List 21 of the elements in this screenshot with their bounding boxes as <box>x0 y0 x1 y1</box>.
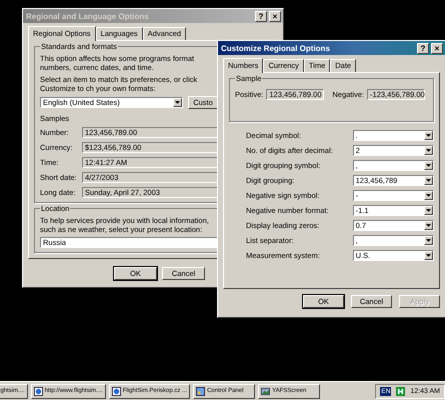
window-title: Customize Regional Options <box>221 44 330 52</box>
dropdown-arrow-icon <box>426 224 431 227</box>
close-button[interactable]: × <box>431 42 443 54</box>
globe-icon <box>112 386 121 396</box>
dropdown-arrow-icon <box>426 179 431 182</box>
globe-icon <box>34 386 43 396</box>
window-icon <box>196 386 206 396</box>
dropdown-arrow-icon <box>426 239 431 242</box>
close-button[interactable]: × <box>269 10 281 22</box>
dropdown-arrow-icon <box>426 134 431 137</box>
dropdown-arrow-icon <box>426 149 431 152</box>
dropdown-arrow-icon <box>426 194 431 197</box>
dropdown-arrow-icon <box>426 254 431 257</box>
tray-icon[interactable] <box>396 386 406 396</box>
help-button[interactable]: ? <box>417 42 429 54</box>
window-title: Regional and Language Options <box>26 12 149 20</box>
dropdown-arrow-icon <box>426 164 431 167</box>
help-button[interactable]: ? <box>255 10 267 22</box>
picture-icon <box>261 386 270 396</box>
dropdown-arrow-icon <box>426 209 431 212</box>
dropdown-arrow-icon <box>175 101 180 104</box>
